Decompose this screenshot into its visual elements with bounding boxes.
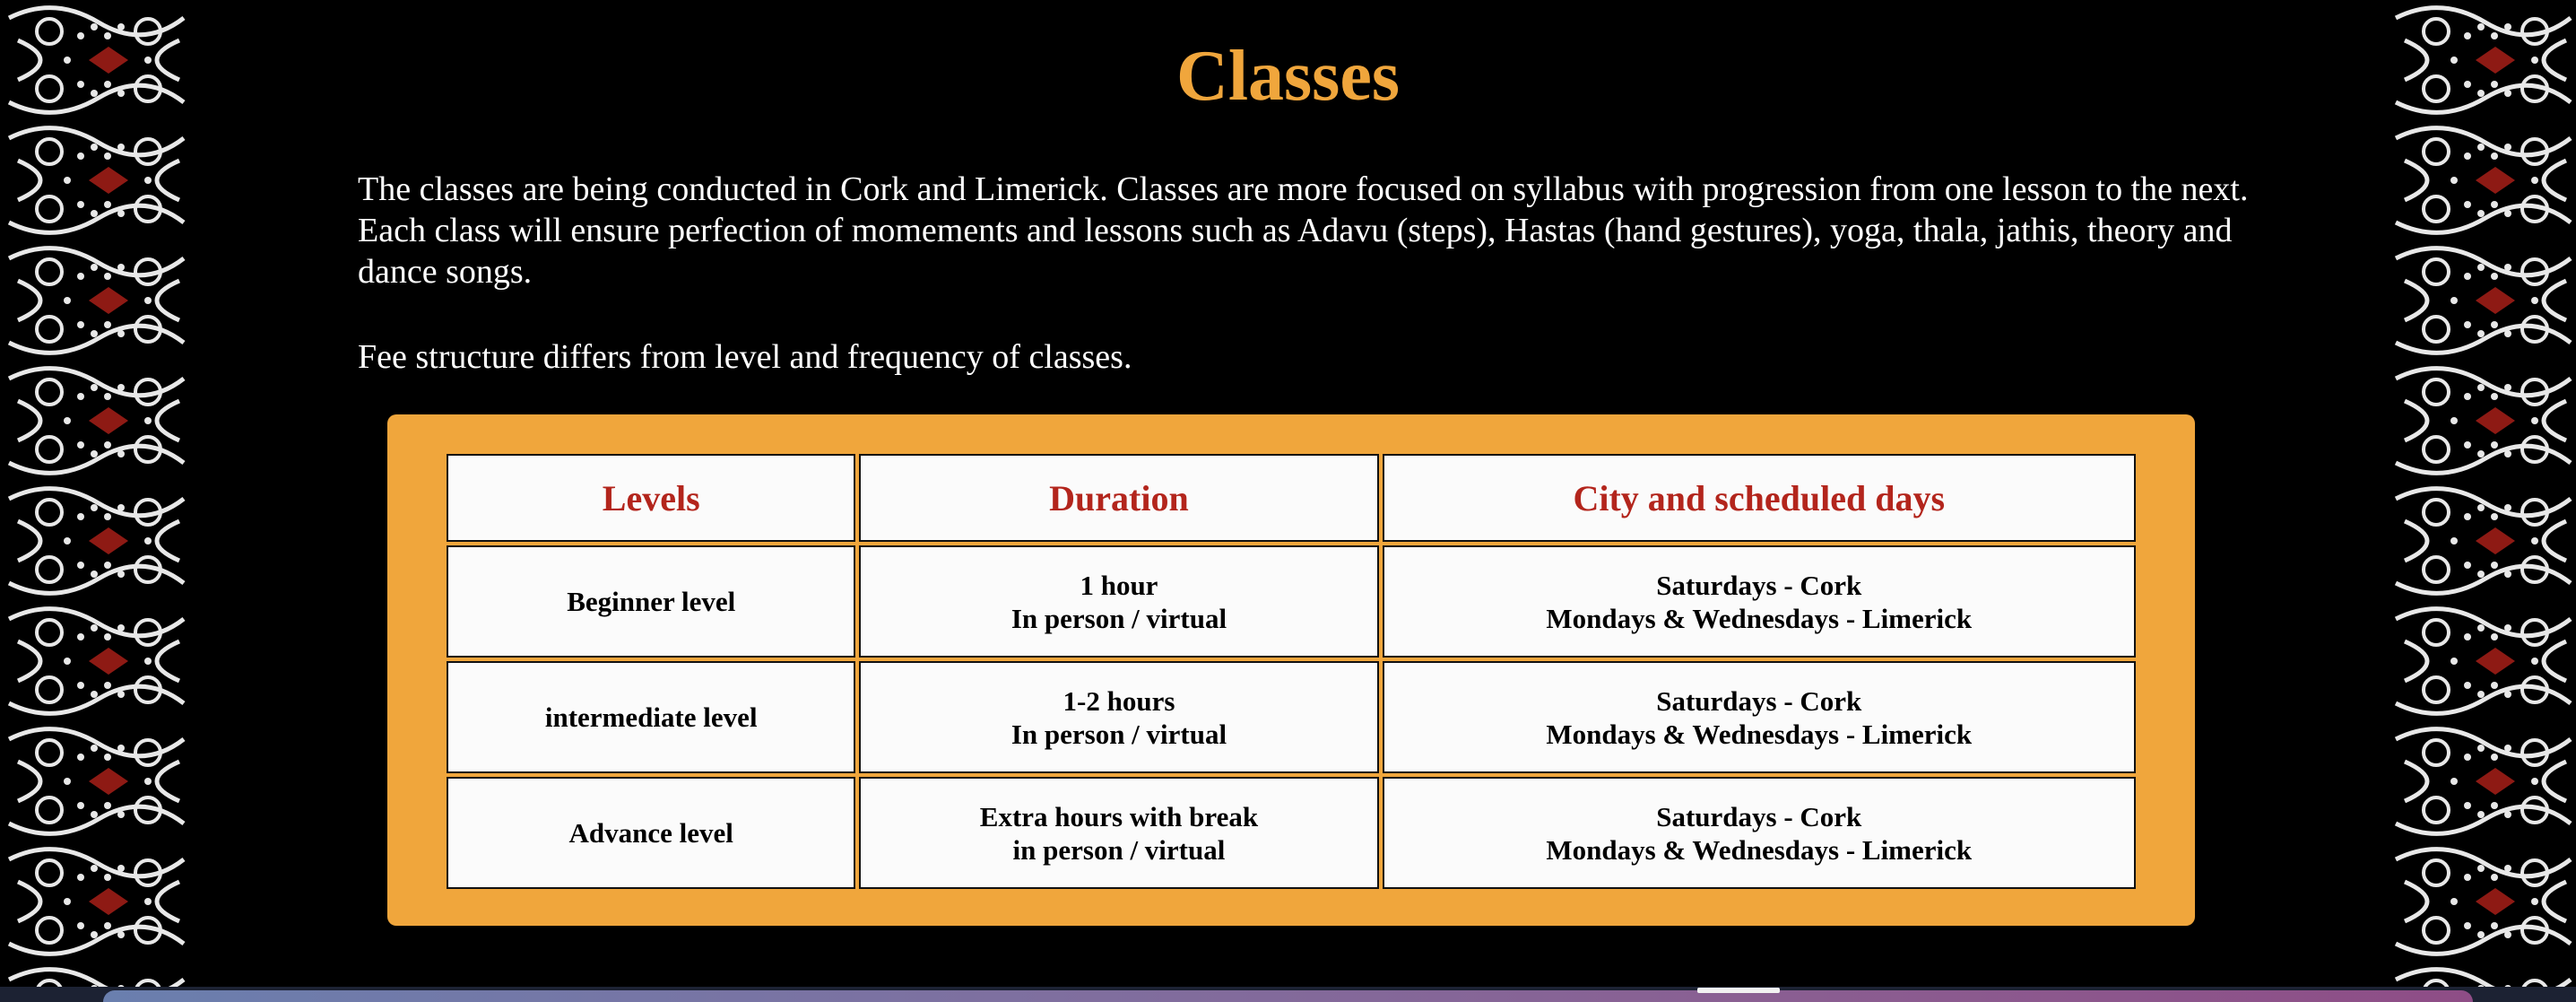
table-row: intermediate level 1-2 hours In person /… bbox=[447, 661, 2136, 773]
level-cell: intermediate level bbox=[447, 661, 856, 773]
bottom-panel-edge bbox=[103, 990, 2473, 1002]
right-kolam-border bbox=[2387, 0, 2576, 987]
bottom-window-bar bbox=[0, 987, 2576, 1002]
duration-mode: In person / virtual bbox=[1010, 602, 1227, 634]
header-levels: Levels bbox=[447, 454, 856, 542]
table-header-row: Levels Duration City and scheduled days bbox=[447, 454, 2136, 542]
city-schedule-line: Mondays & Wednesdays - Limerick bbox=[1546, 833, 1973, 866]
city-days-cell: Saturdays - Cork Mondays & Wednesdays - … bbox=[1382, 777, 2136, 889]
level-cell: Beginner level bbox=[447, 545, 856, 658]
intro-paragraph: The classes are being conducted in Cork … bbox=[358, 170, 2249, 291]
duration-mode: in person / virtual bbox=[1012, 833, 1226, 866]
page-title: Classes bbox=[1176, 37, 1400, 116]
duration-time: Extra hours with break bbox=[979, 800, 1259, 832]
city-schedule-line: Saturdays - Cork bbox=[1656, 569, 1862, 601]
duration-mode: In person / virtual bbox=[1010, 718, 1227, 750]
drag-handle[interactable] bbox=[1697, 988, 1780, 993]
city-days-cell: Saturdays - Cork Mondays & Wednesdays - … bbox=[1382, 661, 2136, 773]
duration-time: 1 hour bbox=[1080, 569, 1158, 601]
classes-table: Levels Duration City and scheduled days … bbox=[443, 450, 2139, 893]
city-schedule-line: Mondays & Wednesdays - Limerick bbox=[1546, 602, 1973, 634]
duration-cell: Extra hours with break in person / virtu… bbox=[859, 777, 1379, 889]
fee-note: Fee structure differs from level and fre… bbox=[358, 338, 1132, 376]
duration-cell: 1 hour In person / virtual bbox=[859, 545, 1379, 658]
kolam-pattern-icon bbox=[2387, 0, 2576, 987]
city-schedule-line: Saturdays - Cork bbox=[1656, 684, 1862, 717]
header-city-days: City and scheduled days bbox=[1382, 454, 2136, 542]
city-schedule-line: Mondays & Wednesdays - Limerick bbox=[1546, 718, 1973, 750]
level-cell: Advance level bbox=[447, 777, 856, 889]
header-duration: Duration bbox=[859, 454, 1379, 542]
classes-table-panel: Levels Duration City and scheduled days … bbox=[387, 414, 2195, 926]
kolam-pattern-icon bbox=[0, 0, 189, 987]
city-schedule-line: Saturdays - Cork bbox=[1656, 800, 1862, 832]
city-days-cell: Saturdays - Cork Mondays & Wednesdays - … bbox=[1382, 545, 2136, 658]
table-row: Advance level Extra hours with break in … bbox=[447, 777, 2136, 889]
table-row: Beginner level 1 hour In person / virtua… bbox=[447, 545, 2136, 658]
left-kolam-border bbox=[0, 0, 189, 987]
duration-time: 1-2 hours bbox=[1062, 684, 1175, 717]
duration-cell: 1-2 hours In person / virtual bbox=[859, 661, 1379, 773]
